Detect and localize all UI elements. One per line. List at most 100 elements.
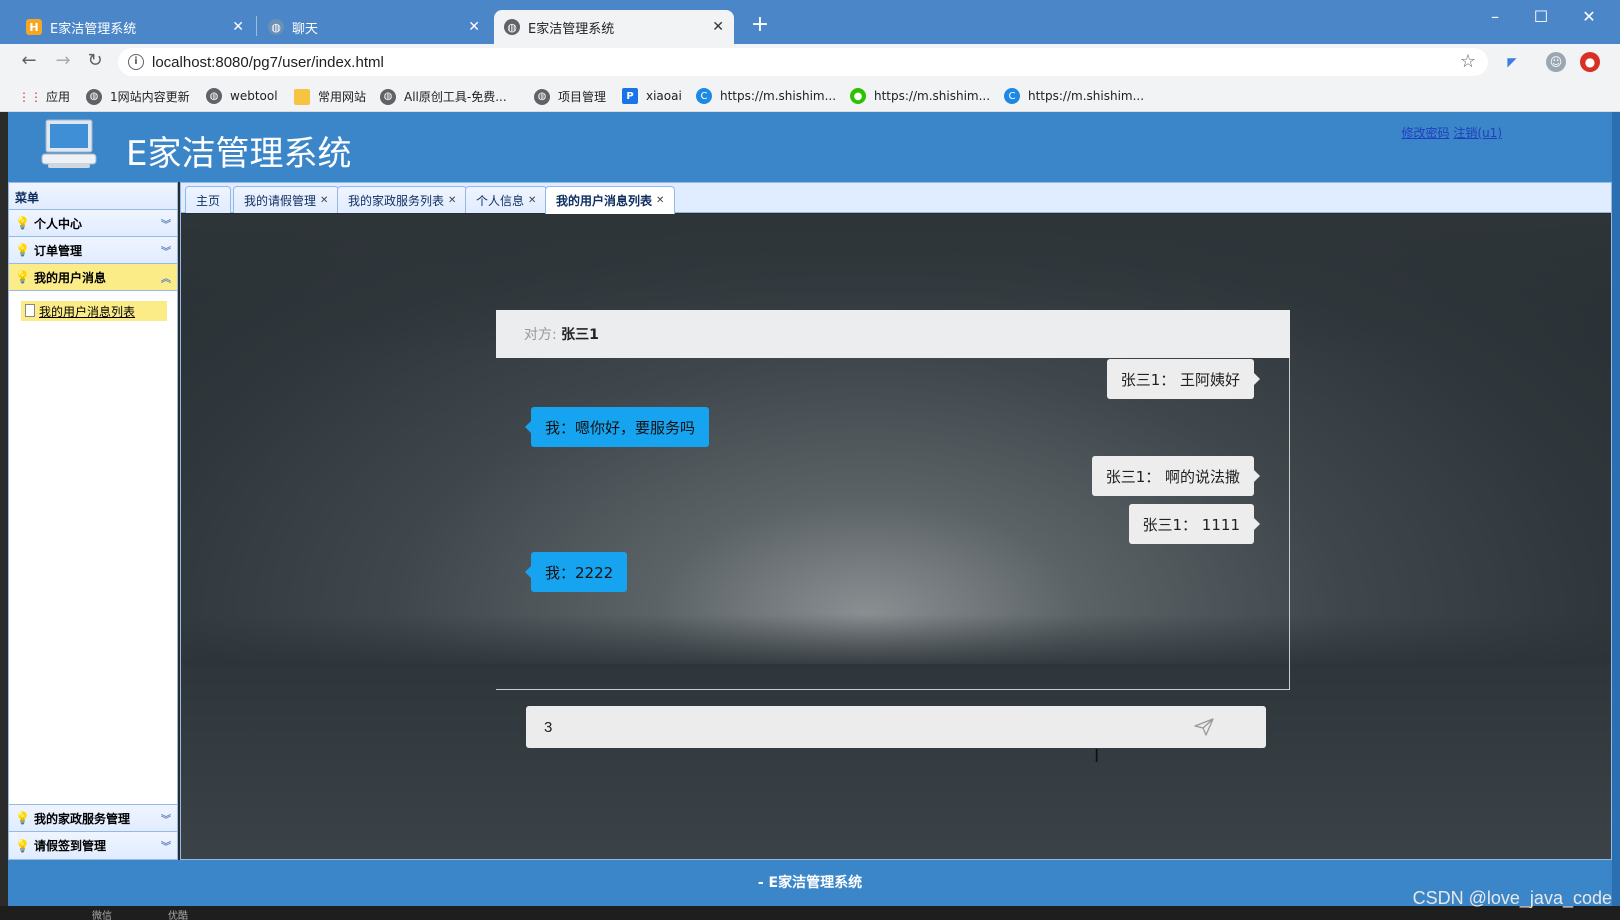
change-password-link[interactable]: 修改密码	[1402, 126, 1450, 140]
section-label: 我的用户消息	[33, 270, 106, 285]
site-favicon-icon: H	[26, 19, 42, 35]
tab-message-list[interactable]: 我的用户消息列表 ✕	[545, 186, 676, 214]
tab-housekeeping-list[interactable]: 我的家政服务列表 ✕	[337, 186, 468, 213]
info-icon[interactable]: i	[128, 54, 144, 70]
bookmark-item[interactable]: Pxiaoai	[622, 88, 682, 104]
bookmark-item[interactable]: ◍ All原创工具-免费...	[380, 88, 507, 105]
sidebar-menu: 菜单 💡 个人中心 ︾ 💡 订单管理 ︾ 💡 我的用户消息 ︽ 我的用户消息列表…	[8, 182, 178, 860]
section-label: 个人中心	[33, 216, 82, 231]
bookmark-label: All原创工具-免费...	[404, 90, 507, 104]
globe-icon: ◍	[268, 19, 284, 35]
sidebar-section-messages[interactable]: 💡 我的用户消息 ︽	[9, 264, 177, 291]
chevron-double-down-icon[interactable]: ︾	[161, 811, 171, 826]
close-icon[interactable]: ✕	[320, 195, 328, 206]
p-logo-icon: P	[622, 88, 638, 104]
globe-icon: ◍	[206, 88, 222, 104]
lightbulb-icon: 💡	[15, 838, 30, 853]
browser-tab-2[interactable]: ◍ 聊天 ✕	[258, 10, 490, 44]
back-icon[interactable]: ←	[16, 50, 42, 74]
chat-header: 对方: 张三1	[496, 310, 1290, 358]
bookmark-item[interactable]: ◍ 项目管理	[534, 88, 606, 105]
logout-link[interactable]: 注销(u1)	[1453, 126, 1502, 140]
app-header: E家洁管理系统 修改密码 注销(u1)	[8, 112, 1612, 182]
browser-tab-1[interactable]: H E家洁管理系统 ✕	[16, 10, 254, 44]
window-edge	[1612, 112, 1620, 906]
bookmark-star-icon[interactable]: ☆	[1460, 51, 1476, 72]
bookmark-item[interactable]: Chttps://m.shishim...	[696, 88, 836, 104]
page-tab-bar: 主页 我的请假管理 ✕ 我的家政服务列表 ✕ 个人信息 ✕ 我的用户消息列表 ✕	[181, 183, 1611, 214]
bookmark-apps[interactable]: ⋮⋮ 应用	[18, 88, 71, 105]
bookmark-item[interactable]: ◍ webtool	[206, 88, 278, 104]
header-links: 修改密码 注销(u1)	[1402, 124, 1502, 141]
bookmark-label: https://m.shishim...	[720, 89, 837, 103]
close-icon[interactable]: ✕	[528, 195, 536, 206]
url-text[interactable]: localhost:8080/pg7/user/index.html	[152, 54, 384, 71]
bookmark-label: 应用	[46, 90, 71, 104]
sidebar-item-message-list[interactable]: 我的用户消息列表	[21, 301, 167, 321]
address-bar[interactable]: i localhost:8080/pg7/user/index.html ☆	[118, 48, 1488, 76]
sidebar-section-body: 我的用户消息列表	[9, 291, 177, 805]
new-tab-button[interactable]: +	[746, 12, 774, 40]
globe-icon: ◍	[86, 88, 102, 105]
minimize-icon[interactable]: –	[1472, 4, 1518, 32]
browser-tabstrip: H E家洁管理系统 ✕ ◍ 聊天 ✕ ◍ E家洁管理系统 ✕ + – ☐ ✕	[0, 0, 1620, 44]
taskbar-item[interactable]: 优酷	[168, 907, 188, 920]
section-label: 订单管理	[33, 243, 82, 258]
tab-leave-management[interactable]: 我的请假管理 ✕	[233, 186, 340, 213]
close-icon[interactable]: ✕	[656, 195, 664, 206]
bookmarks-bar: ⋮⋮ 应用 ◍ 1网站内容更新 ◍ webtool 常用网站 ◍ All原创工具-免费.…	[0, 80, 1620, 112]
bookmark-folder[interactable]: 常用网站	[294, 88, 366, 105]
close-icon[interactable]: ✕	[232, 19, 244, 35]
window-close-icon[interactable]: ✕	[1566, 4, 1612, 32]
bookmark-label: https://m.shishim...	[874, 89, 991, 103]
c-logo-icon: C	[1004, 88, 1020, 104]
chat-background: 对方: 张三1 张三1： 王阿姨好 我：嗯你好，要服务吗 张三1： 啊的说法撒 …	[181, 214, 1611, 859]
forward-icon[interactable]: →	[50, 50, 76, 74]
text-cursor-icon: I	[1094, 746, 1100, 767]
tab-separator	[256, 16, 257, 36]
message-bubble-peer: 张三1： 啊的说法撒	[1091, 456, 1261, 496]
browser-tab-title: E家洁管理系统	[50, 21, 137, 37]
send-icon[interactable]	[1194, 718, 1214, 736]
maximize-icon[interactable]: ☐	[1518, 4, 1564, 32]
profile-avatar[interactable]: ☺	[1546, 52, 1566, 72]
sidebar-section-personal[interactable]: 💡 个人中心 ︾	[9, 210, 177, 237]
message-bubble-peer: 张三1： 王阿姨好	[1106, 359, 1261, 399]
tab-label: 我的家政服务列表	[348, 193, 445, 208]
tab-personal-info[interactable]: 个人信息 ✕	[465, 186, 548, 213]
sidebar-section-leave[interactable]: 💡 请假签到管理 ︾	[9, 832, 177, 859]
bookmark-item[interactable]: ◍ 1网站内容更新	[86, 88, 190, 105]
extension-icon[interactable]: ◤	[1502, 52, 1522, 72]
bookmark-item[interactable]: ● https://m.shishim...	[850, 88, 990, 104]
message-input[interactable]	[544, 714, 1164, 740]
chevron-double-down-icon[interactable]: ︾	[161, 216, 171, 231]
message-bubble-me: 我：2222	[524, 552, 628, 592]
bookmark-item[interactable]: Chttps://m.shishim...	[1004, 88, 1144, 104]
main-panel: 主页 我的请假管理 ✕ 我的家政服务列表 ✕ 个人信息 ✕ 我的用户消息列表 ✕ 对方:…	[180, 182, 1612, 860]
tab-home[interactable]: 主页	[185, 186, 232, 213]
lightbulb-icon: 💡	[15, 270, 30, 284]
peer-label: 对方:	[524, 327, 557, 343]
close-icon[interactable]: ✕	[448, 195, 456, 206]
tab-label: 我的请假管理	[244, 193, 317, 208]
bookmark-label: 项目管理	[558, 90, 607, 104]
close-icon[interactable]: ✕	[468, 19, 480, 35]
taskbar-item[interactable]: 微信	[92, 907, 112, 920]
chevron-double-down-icon[interactable]: ︾	[161, 838, 171, 853]
tab-label: 个人信息	[476, 193, 525, 208]
sidebar-section-housekeeping[interactable]: 💡 我的家政服务管理 ︾	[9, 805, 177, 832]
chevron-double-down-icon[interactable]: ︾	[161, 243, 171, 258]
browser-tab-3-active[interactable]: ◍ E家洁管理系统 ✕	[494, 10, 734, 44]
browser-tab-title: 聊天	[292, 21, 319, 37]
document-icon	[25, 304, 35, 317]
folder-icon	[294, 88, 310, 105]
chevron-double-up-icon[interactable]: ︽	[161, 270, 171, 285]
reload-icon[interactable]: ↻	[82, 50, 108, 74]
apps-grid-icon: ⋮⋮	[18, 89, 42, 104]
close-icon[interactable]: ✕	[712, 19, 724, 35]
bookmark-label: https://m.shishim...	[1028, 89, 1145, 103]
browser-tab-title: E家洁管理系统	[528, 21, 615, 37]
extension-icon[interactable]: ●	[1580, 52, 1600, 72]
bookmark-label: 常用网站	[318, 90, 367, 104]
sidebar-section-orders[interactable]: 💡 订单管理 ︾	[9, 237, 177, 264]
